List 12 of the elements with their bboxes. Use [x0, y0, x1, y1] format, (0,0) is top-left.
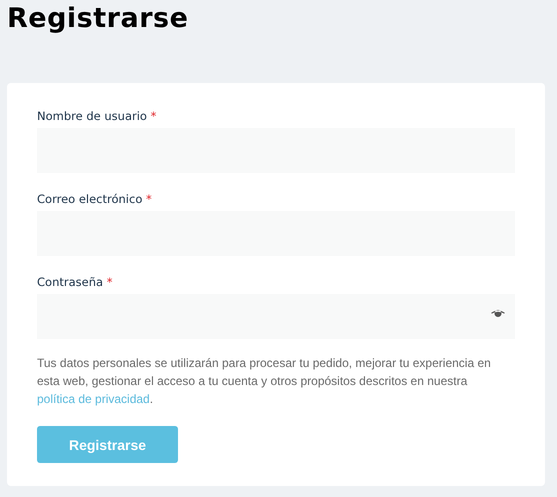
- required-mark: *: [150, 109, 156, 123]
- field-label: Nombre de usuario *: [37, 109, 156, 123]
- privacy-notice: Tus datos personales se utilizarán para procesar tu pedido, mejorar tu experiencia en esta web, gestionar el acceso a tu cuenta y otros propósitos descritos en nuestra política de privacidad.: [37, 355, 492, 408]
- field-label: Contraseña *: [37, 275, 112, 289]
- required-mark: *: [146, 192, 152, 206]
- page-title: Registrarse: [7, 2, 190, 36]
- eye-icon[interactable]: [491, 310, 505, 318]
- privacy-policy-link[interactable]: política de privacidad: [37, 392, 150, 406]
- password-field[interactable]: [37, 294, 515, 339]
- register-button[interactable]: Registrarse: [37, 426, 178, 463]
- required-mark: *: [106, 275, 112, 289]
- field-label: Correo electrónico *: [37, 192, 152, 206]
